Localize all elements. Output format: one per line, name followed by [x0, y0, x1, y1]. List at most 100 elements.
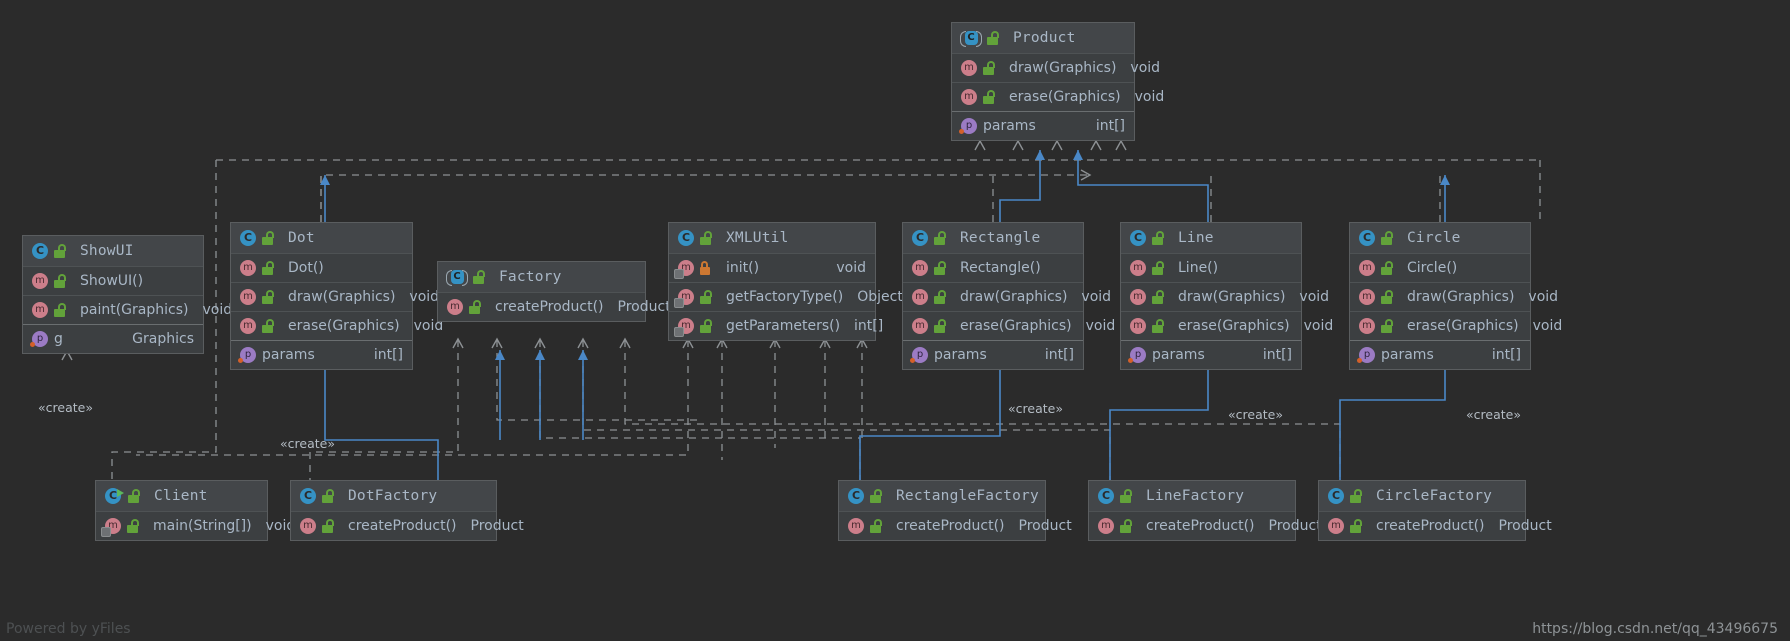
member-name: params: [262, 347, 315, 363]
uml-class-showui[interactable]: C ShowUI m ShowUI() m paint(Graphics) void p g Gr…: [22, 235, 232, 354]
class-header[interactable]: C ShowUI: [23, 236, 203, 266]
lock-open-icon: [53, 274, 66, 288]
lock-open-icon: [982, 90, 995, 104]
class-member-row[interactable]: m createProduct() Product: [438, 292, 671, 321]
class-member-row[interactable]: m getFactoryType() Object: [669, 282, 903, 311]
member-type: void: [1130, 60, 1161, 76]
uml-class-rectangle[interactable]: C Rectangle m Rectangle() m draw(Graphics) voi…: [902, 222, 1115, 370]
class-member-row[interactable]: m draw(Graphics) void: [952, 53, 1160, 82]
class-header[interactable]: C CircleFactory: [1319, 481, 1525, 511]
class-header[interactable]: C XMLUtil: [669, 223, 875, 253]
uml-class-circle[interactable]: C Circle m Circle() m draw(Graphics) void m eras…: [1349, 222, 1562, 370]
class-member-row[interactable]: p g Graphics: [23, 324, 203, 353]
method-icon: m: [1130, 318, 1146, 334]
member-type: void: [265, 518, 296, 534]
class-header[interactable]: C Factory: [438, 262, 645, 292]
class-title: LineFactory: [1146, 488, 1245, 504]
class-member-row[interactable]: m draw(Graphics) void: [903, 282, 1111, 311]
class-header[interactable]: C LineFactory: [1089, 481, 1295, 511]
uml-class-factory[interactable]: C Factory m createProduct() Product: [437, 261, 671, 322]
method-icon: m: [674, 260, 694, 279]
class-header[interactable]: C Dot: [231, 223, 412, 253]
class-header[interactable]: C Product: [952, 23, 1134, 53]
member-type: void: [1532, 318, 1563, 334]
class-header[interactable]: C Line: [1121, 223, 1301, 253]
lock-open-icon: [699, 319, 712, 333]
class-member-row[interactable]: m Rectangle(): [903, 253, 1083, 282]
class-member-row[interactable]: m getParameters() int[]: [669, 311, 883, 340]
member-name: createProduct(): [348, 518, 457, 534]
class-member-row[interactable]: m erase(Graphics) void: [952, 82, 1164, 111]
method-icon: m: [1359, 289, 1375, 305]
class-member-row[interactable]: m erase(Graphics) void: [903, 311, 1115, 340]
class-member-row[interactable]: m draw(Graphics) void: [1121, 282, 1329, 311]
class-header[interactable]: C Client: [96, 481, 267, 511]
class-member-row[interactable]: m Dot(): [231, 253, 412, 282]
uml-class-line[interactable]: C Line m Line() m draw(Graphics) void m erase(Gr…: [1120, 222, 1333, 370]
member-name: erase(Graphics): [1407, 318, 1519, 334]
member-name: Line(): [1178, 260, 1219, 276]
class-member-row[interactable]: m createProduct() Product: [291, 511, 524, 540]
class-member-row[interactable]: m Line(): [1121, 253, 1301, 282]
method-icon: m: [961, 89, 977, 105]
lock-open-icon: [933, 261, 946, 275]
class-header[interactable]: C DotFactory: [291, 481, 496, 511]
class-member-row[interactable]: m erase(Graphics) void: [231, 311, 443, 340]
yfiles-watermark: Powered by yFiles: [6, 621, 131, 637]
class-member-row[interactable]: m Circle(): [1350, 253, 1530, 282]
uml-class-dotfactory[interactable]: C DotFactory m createProduct() Product: [290, 480, 524, 541]
class-member-row[interactable]: m draw(Graphics) void: [231, 282, 439, 311]
class-member-row[interactable]: m paint(Graphics) void: [23, 295, 232, 324]
property-icon: p: [1128, 347, 1146, 363]
class-member-row[interactable]: m init() void: [669, 253, 875, 282]
class-member-row[interactable]: m draw(Graphics) void: [1350, 282, 1558, 311]
class-header[interactable]: C RectangleFactory: [839, 481, 1045, 511]
class-member-row[interactable]: m createProduct() Product: [1089, 511, 1322, 540]
diagram-canvas[interactable]: C Product m draw(Graphics) void m erase(Graphi…: [0, 0, 1790, 641]
class-icon: C: [848, 488, 864, 504]
class-member-row[interactable]: p params int[]: [1121, 340, 1301, 369]
member-name: main(String[]): [153, 518, 252, 534]
uml-class-xmlutil[interactable]: C XMLUtil m init() void m getFactoryType() Obje…: [668, 222, 903, 341]
lock-open-icon: [933, 231, 946, 245]
class-header[interactable]: C Rectangle: [903, 223, 1083, 253]
class-title: Client: [154, 488, 208, 504]
class-member-row[interactable]: p params int[]: [903, 340, 1083, 369]
uml-class-circlefactory[interactable]: C CircleFactory m createProduct() Product: [1318, 480, 1552, 541]
method-icon: m: [447, 299, 463, 315]
lock-open-icon: [869, 489, 882, 503]
method-icon: m: [1359, 318, 1375, 334]
member-name: getParameters(): [726, 318, 841, 334]
lock-open-icon: [982, 61, 995, 75]
class-member-row[interactable]: m main(String[]) void: [96, 511, 295, 540]
uml-class-linefactory[interactable]: C LineFactory m createProduct() Product: [1088, 480, 1322, 541]
property-icon: p: [30, 331, 48, 347]
edge-label-create: «create»: [38, 400, 93, 415]
member-name: draw(Graphics): [1407, 289, 1515, 305]
uml-class-rectanglefactory[interactable]: C RectangleFactory m createProduct() Product: [838, 480, 1072, 541]
uml-class-client[interactable]: C Client m main(String[]) void: [95, 480, 295, 541]
member-name: erase(Graphics): [288, 318, 400, 334]
class-member-row[interactable]: m createProduct() Product: [839, 511, 1072, 540]
class-member-row[interactable]: m erase(Graphics) void: [1121, 311, 1333, 340]
url-watermark: https://blog.csdn.net/qq_43496675: [1532, 621, 1778, 637]
class-member-row[interactable]: m ShowUI(): [23, 266, 203, 295]
lock-open-icon: [1380, 261, 1393, 275]
method-icon: m: [674, 318, 694, 337]
class-member-row[interactable]: m erase(Graphics) void: [1350, 311, 1562, 340]
member-type: Object: [857, 289, 903, 305]
class-member-row[interactable]: p params int[]: [231, 340, 412, 369]
lock-open-icon: [468, 300, 481, 314]
uml-class-dot[interactable]: C Dot m Dot() m draw(Graphics) void m erase(Grap…: [230, 222, 443, 370]
member-name: Rectangle(): [960, 260, 1041, 276]
lock-open-icon: [1349, 489, 1362, 503]
member-type: Product: [617, 299, 671, 315]
class-member-row[interactable]: m createProduct() Product: [1319, 511, 1552, 540]
uml-class-product[interactable]: C Product m draw(Graphics) void m erase(Graphi…: [951, 22, 1164, 141]
class-member-row[interactable]: p params int[]: [1350, 340, 1530, 369]
member-name: init(): [726, 260, 760, 276]
member-type: Product: [1018, 518, 1072, 534]
class-member-row[interactable]: p params int[]: [952, 111, 1134, 140]
class-header[interactable]: C Circle: [1350, 223, 1530, 253]
class-title: Line: [1178, 230, 1214, 246]
